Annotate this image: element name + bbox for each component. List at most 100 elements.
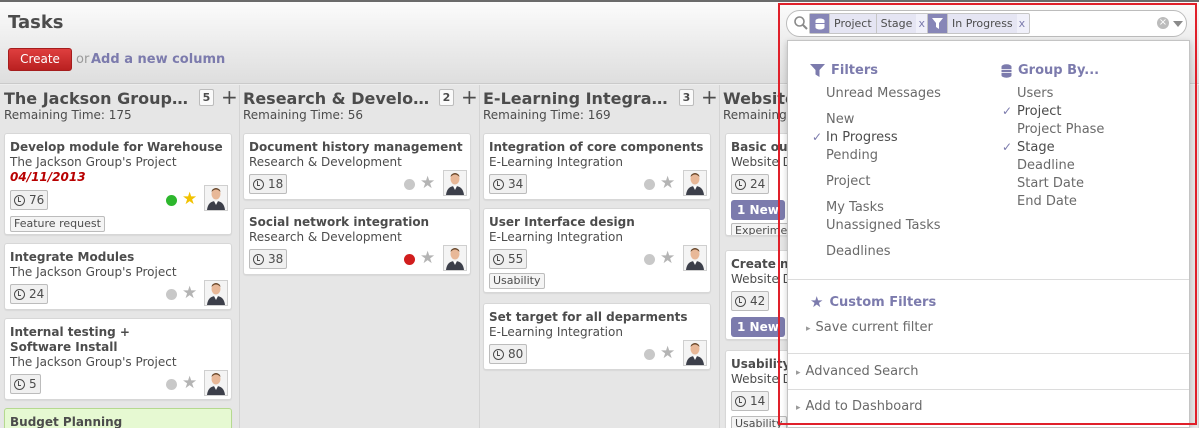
task-card[interactable]: Document history management Research & D… xyxy=(243,133,471,200)
card-project: Research & Development xyxy=(249,230,402,244)
filter-pending[interactable]: Pending xyxy=(826,148,878,163)
filter-in-progress[interactable]: In Progress xyxy=(826,130,898,145)
card-title[interactable]: Social network integration xyxy=(249,215,429,230)
filters-title: Filters xyxy=(831,63,878,78)
card-title[interactable]: Document history management xyxy=(249,140,463,155)
star-icon[interactable]: ★ xyxy=(182,375,197,392)
task-card[interactable]: User Interface design E-Learning Integra… xyxy=(483,208,711,293)
new-message-badge[interactable]: 1 New xyxy=(731,317,785,337)
star-icon[interactable]: ★ xyxy=(660,250,675,267)
card-title[interactable]: Budget Planning xyxy=(10,415,122,428)
card-project: E-Learning Integration xyxy=(489,155,623,169)
tag-label: Feature request xyxy=(10,216,105,232)
card-title[interactable]: Integration of core components xyxy=(489,140,703,155)
task-card[interactable]: Integration of core components E-Learnin… xyxy=(483,133,711,200)
card-project: E-Learning Integration xyxy=(489,325,623,339)
task-card[interactable]: Budget Planning xyxy=(4,408,232,428)
card-project: The Jackson Group's Project xyxy=(10,265,177,279)
task-card[interactable]: Internal testing + Software Install The … xyxy=(4,318,232,400)
new-message-badge[interactable]: 1 New xyxy=(731,200,785,220)
create-button[interactable]: Create xyxy=(8,48,72,71)
hours-value: 34 xyxy=(508,177,524,191)
groupby-users[interactable]: Users xyxy=(1017,86,1053,101)
add-to-dashboard[interactable]: ▸ Add to Dashboard xyxy=(796,399,923,414)
kanban-column: E-Learning Integration 3 + Remaining Tim… xyxy=(480,85,720,428)
save-current-filter[interactable]: ▸ Save current filter xyxy=(806,320,933,335)
add-task-button[interactable]: + xyxy=(701,85,718,109)
groupby-start-date[interactable]: Start Date xyxy=(1017,176,1084,191)
filter-unassigned-tasks[interactable]: Unassigned Tasks xyxy=(826,218,941,233)
status-dot[interactable] xyxy=(644,179,655,190)
avatar xyxy=(683,245,707,271)
star-icon[interactable]: ★ xyxy=(420,250,435,267)
status-dot[interactable] xyxy=(404,254,415,265)
filter-unread-messages[interactable]: Unread Messages xyxy=(826,86,941,101)
remaining-hours: 5 xyxy=(10,374,41,394)
facet-value: Project xyxy=(829,14,876,33)
group-by-icon xyxy=(810,14,829,33)
filter-project[interactable]: Project xyxy=(826,174,870,189)
star-icon[interactable]: ★ xyxy=(420,175,435,192)
filter-new[interactable]: New xyxy=(826,112,854,127)
card-title[interactable]: Set target for all deparments xyxy=(489,310,688,325)
groupby-project-phase[interactable]: Project Phase xyxy=(1017,122,1104,137)
filter-my-tasks[interactable]: My Tasks xyxy=(826,200,884,215)
star-icon[interactable]: ★ xyxy=(182,191,197,208)
remaining-hours: 76 xyxy=(10,190,49,210)
task-card[interactable]: Set target for all deparments E-Learning… xyxy=(483,303,711,370)
remaining-hours: 24 xyxy=(731,174,770,194)
groupby-project[interactable]: Project xyxy=(1017,104,1061,119)
clear-search-icon[interactable]: × xyxy=(1157,17,1169,29)
task-card[interactable]: Integrate Modules The Jackson Group's Pr… xyxy=(4,243,232,310)
save-filter-label: Save current filter xyxy=(815,320,933,335)
group-by-facet[interactable]: Project Stage x xyxy=(809,13,930,34)
search-icon[interactable] xyxy=(793,15,809,31)
advanced-search[interactable]: ▸ Advanced Search xyxy=(796,364,919,379)
card-title[interactable]: User Interface design xyxy=(489,215,635,230)
hours-value: 38 xyxy=(268,252,284,266)
column-title: The Jackson Group's Project xyxy=(4,89,192,108)
star-icon[interactable]: ★ xyxy=(182,285,197,302)
card-title[interactable]: Usability xyxy=(731,357,790,372)
divider xyxy=(788,279,1189,280)
toggle-drawer-icon[interactable] xyxy=(1173,21,1183,27)
divider xyxy=(788,353,1189,354)
clock-icon xyxy=(493,348,504,360)
filter-facet[interactable]: In Progress x xyxy=(927,13,1031,34)
avatar xyxy=(204,280,228,306)
groupby-end-date[interactable]: End Date xyxy=(1017,194,1077,209)
or-text: or xyxy=(76,52,90,67)
star-icon[interactable]: ★ xyxy=(660,345,675,362)
column-count: 5 xyxy=(199,89,214,106)
groupby-deadline[interactable]: Deadline xyxy=(1017,158,1075,173)
card-title[interactable]: Internal testing + Software Install xyxy=(10,325,195,355)
star-icon[interactable]: ★ xyxy=(660,175,675,192)
card-title[interactable]: Develop module for Warehouse xyxy=(10,140,223,155)
filters-heading: Filters xyxy=(810,63,878,78)
card-title[interactable]: Basic out xyxy=(731,140,793,155)
facet-remove-icon[interactable]: x xyxy=(1017,17,1030,30)
kanban-column: The Jackson Group's Project 5 + Remainin… xyxy=(0,85,240,428)
status-dot[interactable] xyxy=(644,349,655,360)
column-count: 3 xyxy=(679,89,694,106)
clock-icon xyxy=(735,395,746,407)
groupby-stage[interactable]: Stage xyxy=(1017,140,1055,155)
status-dot[interactable] xyxy=(404,179,415,190)
task-card[interactable]: Develop module for Warehouse The Jackson… xyxy=(4,133,232,235)
add-new-column-link[interactable]: Add a new column xyxy=(91,52,225,67)
add-task-button[interactable]: + xyxy=(461,85,478,109)
hours-value: 24 xyxy=(750,177,766,191)
card-title[interactable]: Integrate Modules xyxy=(10,250,134,265)
group-by-title: Group By... xyxy=(1018,63,1100,78)
status-dot[interactable] xyxy=(644,254,655,265)
card-project: The Jackson Group's Project xyxy=(10,355,177,369)
status-dot[interactable] xyxy=(166,289,177,300)
task-card[interactable]: Social network integration Research & De… xyxy=(243,208,471,275)
add-task-button[interactable]: + xyxy=(221,85,238,109)
search-bar[interactable]: Project Stage x In Progress x × xyxy=(786,10,1187,37)
avatar xyxy=(204,370,228,396)
status-dot[interactable] xyxy=(166,195,177,206)
avatar xyxy=(204,185,228,211)
status-dot[interactable] xyxy=(166,379,177,390)
filter-deadlines[interactable]: Deadlines xyxy=(826,244,890,259)
